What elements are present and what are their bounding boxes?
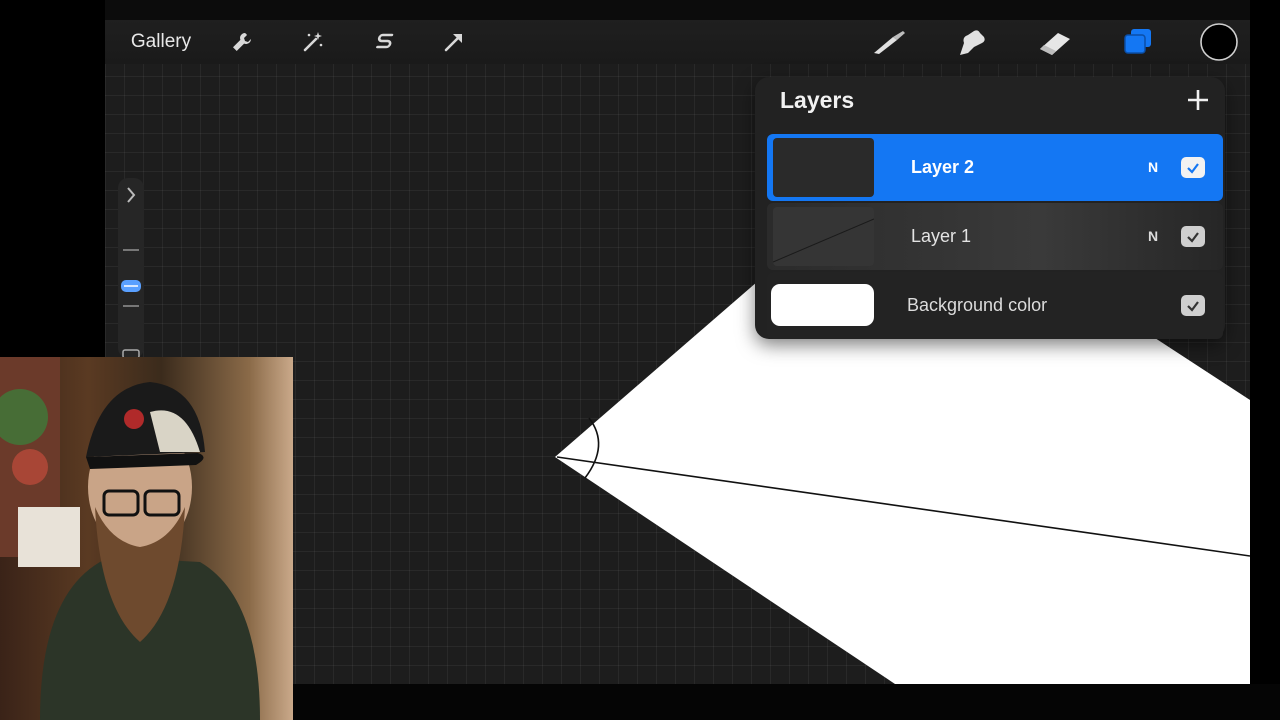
add-layer-button[interactable] bbox=[1181, 83, 1215, 117]
toolbar: Gallery bbox=[105, 20, 1250, 64]
smudge-icon[interactable] bbox=[951, 20, 991, 64]
bottom-strip bbox=[293, 684, 1280, 720]
layers-title: Layers bbox=[780, 87, 855, 113]
layers-icon[interactable] bbox=[1118, 20, 1158, 64]
eraser-icon[interactable] bbox=[1035, 20, 1075, 64]
layer-thumbnail bbox=[772, 207, 875, 266]
visibility-checkbox[interactable] bbox=[1181, 157, 1205, 178]
plus-icon bbox=[1188, 90, 1208, 110]
visibility-checkbox[interactable] bbox=[1181, 226, 1205, 247]
layer-row-2[interactable]: Layer 2 N bbox=[767, 134, 1223, 201]
blend-mode-button[interactable]: N bbox=[1148, 134, 1158, 201]
visibility-checkbox[interactable] bbox=[1181, 295, 1205, 316]
layer-row-1[interactable]: Layer 1 N bbox=[767, 203, 1223, 270]
blend-mode-button[interactable]: N bbox=[1148, 203, 1158, 270]
layer-name: Background color bbox=[907, 295, 1048, 315]
layers-panel: Layers Layer 2 N Layer 1 N Background co… bbox=[755, 77, 1225, 339]
gallery-button[interactable]: Gallery bbox=[113, 20, 209, 64]
chevron-right-icon bbox=[127, 187, 136, 203]
checkmark-icon bbox=[1187, 231, 1199, 243]
background-color-swatch[interactable] bbox=[771, 284, 874, 326]
color-swatch[interactable] bbox=[1199, 20, 1239, 64]
webcam-overlay bbox=[0, 357, 293, 720]
side-bar[interactable] bbox=[118, 178, 144, 359]
layer-name: Layer 2 bbox=[911, 157, 975, 177]
magic-wand-icon[interactable] bbox=[296, 20, 330, 64]
checkmark-icon bbox=[1187, 162, 1199, 174]
background-color-row[interactable]: Background color bbox=[767, 272, 1223, 339]
layer-name: Layer 1 bbox=[911, 226, 972, 246]
checkmark-icon bbox=[1187, 300, 1199, 312]
transform-arrow-icon[interactable] bbox=[437, 20, 471, 64]
selection-s-icon[interactable] bbox=[367, 20, 401, 64]
brush-icon[interactable] bbox=[869, 20, 909, 64]
wrench-icon[interactable] bbox=[225, 20, 259, 64]
layer-thumbnail bbox=[773, 138, 874, 197]
